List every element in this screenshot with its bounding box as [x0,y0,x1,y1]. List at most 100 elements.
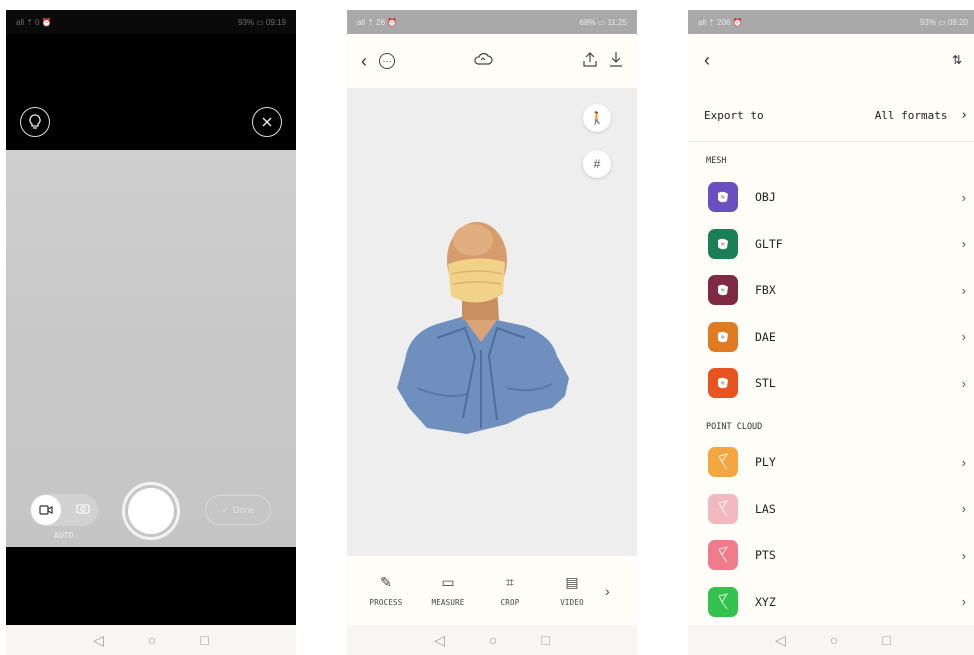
format-row-gltf[interactable]: GLTF › [688,221,974,267]
format-name: XYZ [755,594,776,609]
format-name: GLTF [755,236,783,251]
system-nav-bar: ◁ ○ □ [6,625,296,655]
ruler-icon: ▭ [441,574,455,590]
ply-format-icon [708,447,738,477]
stl-format-icon [708,368,738,399]
recents-nav-icon[interactable]: □ [200,632,208,648]
crop-icon: ⌗ [506,574,514,590]
tool-label: PROCESS [369,598,403,607]
status-right: 68% ▭ 11:25 [579,17,627,27]
status-right: 93% ▭ 09:20 [919,17,968,27]
format-row-pts[interactable]: PTS › [688,532,974,578]
format-name: DAE [755,329,776,344]
export-to-row[interactable]: Export to All formats › [688,90,974,142]
tool-label: MEASURE [431,598,465,607]
back-nav-icon[interactable]: ◁ [775,632,786,649]
system-nav-bar: ◁ ○ □ [688,625,974,655]
status-left: all ⇡ 26 ⏰ [357,17,398,27]
format-row-ply[interactable]: PLY › [688,439,974,485]
check-icon: ✓ [221,504,230,515]
format-row-las[interactable]: LAS › [688,486,974,532]
format-name: FBX [755,283,776,298]
format-row-dae[interactable]: DAE › [688,314,974,360]
chevron-right-icon: › [961,547,966,563]
camera-icon[interactable] [76,502,90,517]
format-name: STL [755,376,776,391]
viewer-screen: all ⇡ 26 ⏰ 68% ▭ 11:25 ‹ ⋯ 🚶 # ✎ PROCESS… [347,10,637,655]
fbx-format-icon [708,275,738,306]
clapper-icon: ▤ [565,574,579,590]
xyz-format-icon [708,586,738,617]
export-to-selector[interactable]: All formats › [875,108,968,123]
download-icon[interactable] [609,51,623,72]
tool-crop[interactable]: ⌗ CROP [479,574,541,607]
status-bar: all ⇡ 0 ⏰ 93% ▭ 09:19 [6,10,296,34]
chevron-right-icon: › [961,594,966,610]
section-heading-mesh: MESH [706,156,727,166]
back-nav-icon[interactable]: ◁ [93,632,104,649]
home-nav-icon[interactable]: ○ [148,632,156,648]
back-icon[interactable]: ‹ [361,51,367,72]
tool-measure[interactable]: ▭ MEASURE [417,574,479,607]
share-icon[interactable] [583,51,597,72]
cloud-sync-icon[interactable] [473,52,493,71]
scanned-model [397,222,569,434]
format-name: PLY [755,455,776,469]
chevron-right-icon: › [961,375,966,391]
close-icon[interactable] [252,107,282,137]
section-heading-point-cloud: POINT CLOUD [706,422,763,432]
mode-label: AUTO [54,531,74,540]
las-format-icon [708,493,738,524]
system-nav-bar: ◁ ○ □ [347,625,637,655]
export-to-value: All formats [874,109,948,122]
sort-filter-icon[interactable]: ⇅ [952,53,962,67]
dae-format-icon [708,321,738,352]
format-name: LAS [755,501,776,516]
tool-process[interactable]: ✎ PROCESS [355,574,417,607]
format-row-stl[interactable]: STL › [688,360,974,406]
obj-format-icon [708,182,738,212]
chevron-right-icon: › [961,282,966,298]
video-camera-icon[interactable] [31,495,61,525]
capture-screen: all ⇡ 0 ⏰ 93% ▭ 09:19 AUTO ✓ Done ◁ ○ □ [6,10,296,655]
chevron-right-icon[interactable]: › [605,583,610,599]
chevron-right-icon: › [961,501,966,517]
status-bar: all ⇡ 206 ⏰ 93% ▭ 09:20 [688,10,974,34]
export-to-label: Export to [704,109,764,122]
camera-bottom-bar [6,547,296,625]
home-nav-icon[interactable]: ○ [489,632,497,648]
format-row-obj[interactable]: OBJ › [688,174,974,220]
capture-mode-toggle[interactable] [30,494,98,526]
pts-format-icon [708,540,738,571]
lightbulb-icon[interactable] [20,107,50,137]
export-header: ‹ ⇅ [688,34,974,86]
tool-label: CROP [500,598,520,607]
home-nav-icon[interactable]: ○ [830,632,838,648]
model-viewport[interactable]: 🚶 # [347,88,637,556]
done-button[interactable]: ✓ Done [205,495,271,525]
recents-nav-icon[interactable]: □ [541,632,549,648]
camera-top-bar [6,34,296,150]
status-bar: all ⇡ 26 ⏰ 68% ▭ 11:25 [347,10,637,34]
wrench-icon: ✎ [380,574,392,590]
more-icon[interactable]: ⋯ [379,53,395,69]
tool-video[interactable]: ▤ VIDEO [541,574,603,607]
chevron-right-icon: › [961,236,966,252]
status-left: all ⇡ 0 ⏰ [16,17,52,27]
done-label: Done [233,505,255,515]
status-right: 93% ▭ 09:19 [237,17,286,27]
back-icon[interactable]: ‹ [704,50,710,71]
shutter-button[interactable] [122,482,180,540]
chevron-right-icon: › [961,329,966,345]
viewer-header: ‹ ⋯ [347,34,637,88]
format-name: OBJ [755,190,776,204]
back-nav-icon[interactable]: ◁ [434,632,445,649]
recents-nav-icon[interactable]: □ [882,632,890,648]
gltf-format-icon [708,228,738,259]
format-row-fbx[interactable]: FBX › [688,267,974,313]
tool-label: VIDEO [560,598,584,607]
viewer-toolbar: ✎ PROCESS ▭ MEASURE ⌗ CROP ▤ VIDEO › [347,556,637,625]
format-name: PTS [755,548,776,563]
format-row-xyz[interactable]: XYZ › [688,579,974,625]
chevron-right-icon: › [961,189,966,205]
